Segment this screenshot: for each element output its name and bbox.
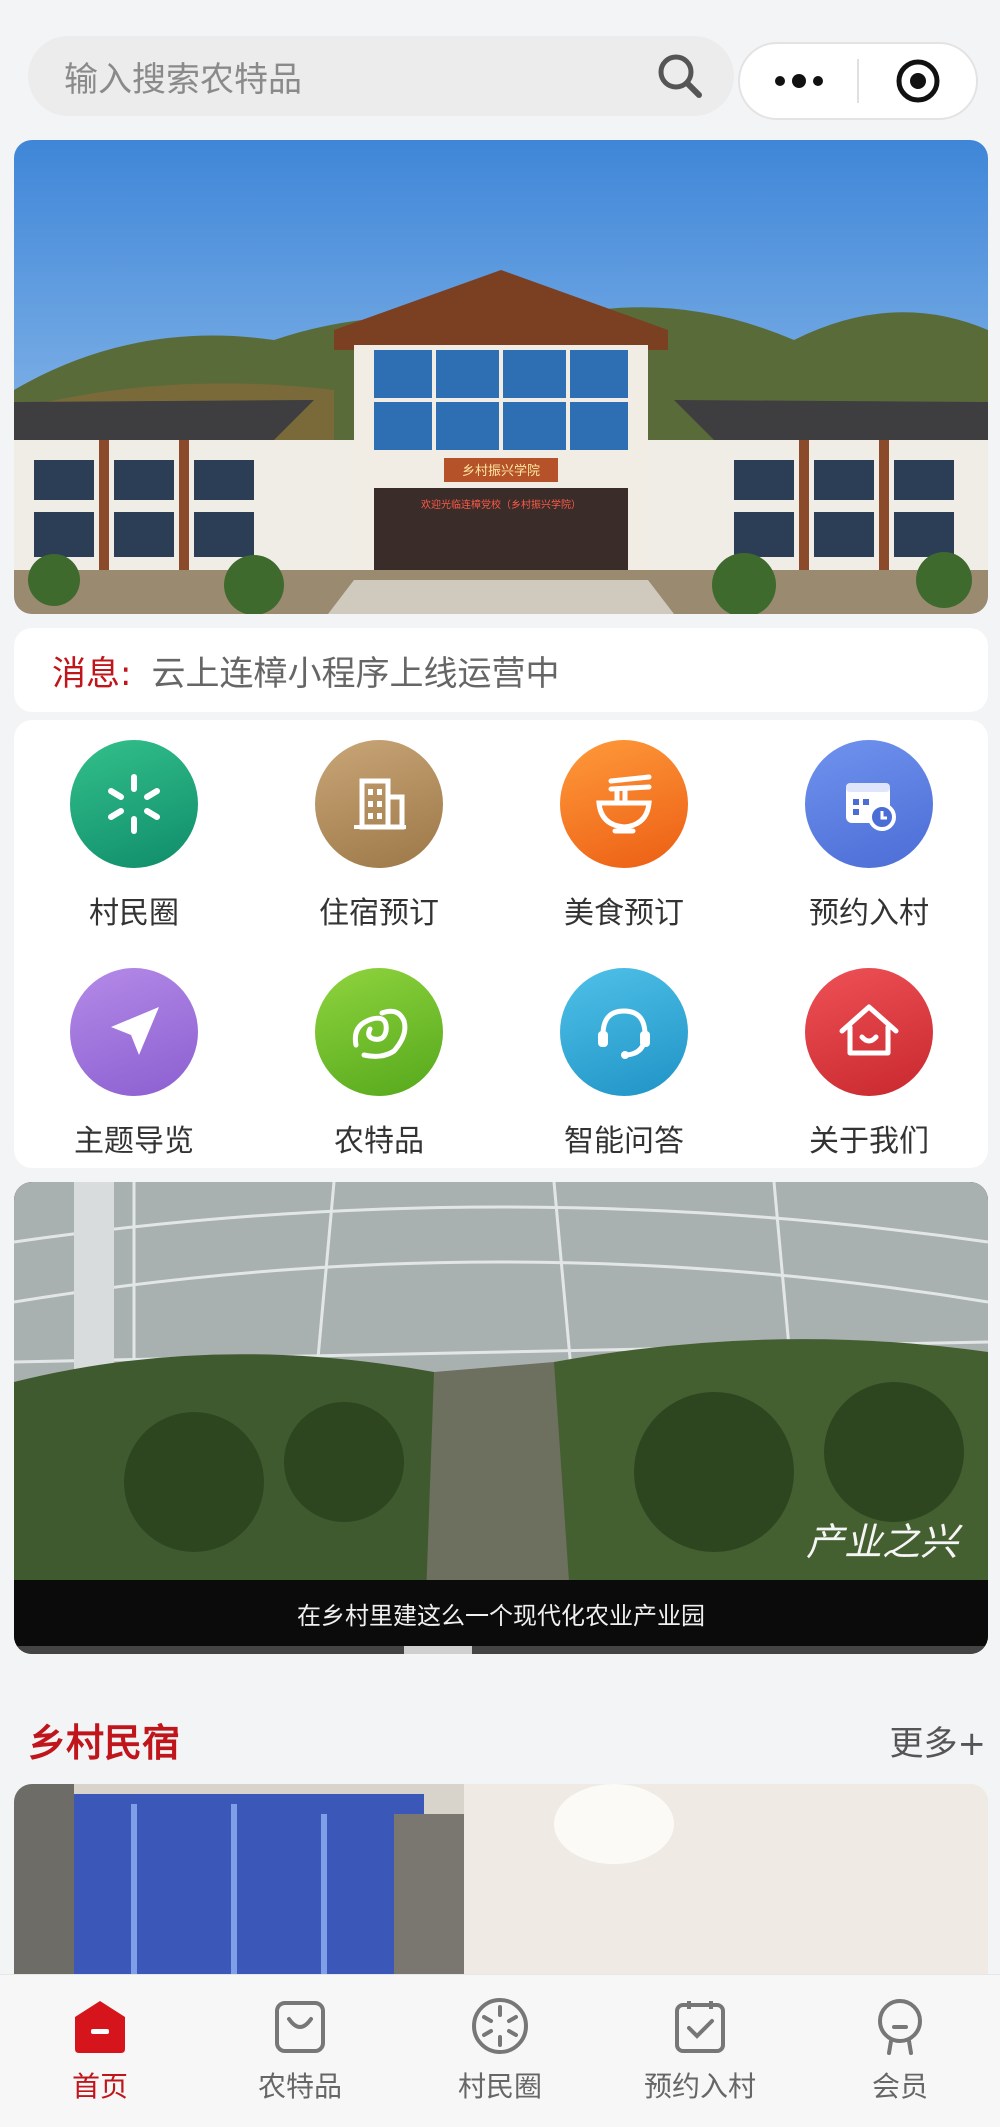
grid-item-villager-circle[interactable]: 村民圈	[34, 740, 234, 932]
tab-label: 会员	[871, 2070, 928, 2103]
grid-item-label: 主题导览	[74, 1124, 194, 1159]
tab-home[interactable]: 首页	[0, 1975, 200, 2127]
grid-item-label: 预约入村	[809, 896, 929, 931]
tab-label: 预约入村	[643, 2070, 756, 2103]
bottom-tab-bar: 首页 农特品 村民圈 预约入村 会员	[0, 1974, 1000, 2127]
tab-villager-circle[interactable]: 村民圈	[400, 1975, 600, 2127]
video-caption: 在乡村里建这么一个现代化农业产业园	[297, 1601, 705, 1630]
tab-label: 首页	[71, 2070, 128, 2103]
banner-sign-text: 乡村振兴学院	[462, 463, 540, 479]
feature-grid: 村民圈 住宿预订 美食预订 预约入村 主题导览 农特品 智能问答 关于我们	[14, 720, 988, 1168]
video-watermark: 产业之兴	[805, 1520, 958, 1564]
building-icon	[315, 740, 443, 868]
search-box[interactable]: 输入搜索农特品	[28, 36, 734, 116]
banner-image: 乡村振兴学院 欢迎光临连樟党校（乡村振兴学院）	[14, 140, 988, 614]
tab-reserve-visit[interactable]: 预约入村	[600, 1975, 800, 2127]
close-button[interactable]	[859, 44, 976, 118]
video-player[interactable]: 产业之兴 在乡村里建这么一个现代化农业产业园	[14, 1182, 988, 1654]
more-link[interactable]: 更多+	[890, 1716, 987, 1765]
section-title-homestay: 乡村民宿	[28, 1721, 181, 1765]
video-progress-bar[interactable]	[14, 1646, 988, 1654]
room-photo	[14, 1784, 988, 2004]
notice-bar[interactable]: 消息: 云上连樟小程序上线运营中	[14, 628, 988, 712]
video-progress-fill	[403, 1646, 472, 1654]
grid-item-smart-qa[interactable]: 智能问答	[524, 968, 724, 1160]
grid-item-about-us[interactable]: 关于我们	[769, 968, 969, 1160]
grid-item-reserve-visit[interactable]: 预约入村	[769, 740, 969, 932]
grid-item-food[interactable]: 美食预订	[524, 740, 724, 932]
banner-carousel[interactable]: 乡村振兴学院 欢迎光临连樟党校（乡村振兴学院）	[14, 140, 988, 614]
homestay-card-image[interactable]	[14, 1784, 988, 2004]
tab-member[interactable]: 会员	[800, 1975, 1000, 2127]
grid-item-label: 智能问答	[564, 1124, 684, 1159]
grid-item-label: 农特品	[334, 1124, 424, 1159]
home-icon	[75, 2001, 125, 2053]
navigation-arrow-icon	[70, 968, 198, 1096]
shopping-bag-icon	[275, 2001, 325, 2053]
search-icon[interactable]	[650, 46, 710, 106]
grid-item-label: 美食预订	[564, 896, 684, 931]
video-caption-bar: 在乡村里建这么一个现代化农业产业园	[14, 1580, 988, 1646]
grid-item-theme-tour[interactable]: 主题导览	[34, 968, 234, 1160]
notice-label: 消息:	[52, 653, 132, 694]
villager-circle-icon	[70, 740, 198, 868]
mini-program-capsule	[738, 42, 978, 120]
tab-label: 农特品	[257, 2070, 342, 2103]
target-circle-icon	[896, 59, 939, 103]
villager-circle-icon	[472, 1998, 528, 2054]
headset-icon	[560, 968, 688, 1096]
member-icon	[878, 1999, 922, 2055]
grid-item-label: 关于我们	[809, 1124, 929, 1159]
more-dots-icon	[774, 74, 823, 88]
search-input[interactable]: 输入搜索农特品	[64, 52, 650, 101]
calendar-clock-icon	[805, 740, 933, 868]
tab-products[interactable]: 农特品	[200, 1975, 400, 2127]
swirl-leaf-icon	[315, 968, 443, 1096]
more-button[interactable]	[740, 44, 857, 118]
notice-text: 云上连樟小程序上线运营中	[151, 653, 560, 694]
noodle-bowl-icon	[560, 740, 688, 868]
calendar-check-icon	[675, 2001, 725, 2053]
grid-item-label: 住宿预订	[319, 896, 439, 931]
tab-label: 村民圈	[457, 2070, 542, 2103]
house-icon	[805, 968, 933, 1096]
banner-led-text: 欢迎光临连樟党校（乡村振兴学院）	[421, 498, 581, 511]
grid-item-label: 村民圈	[89, 896, 179, 931]
grid-item-local-products[interactable]: 农特品	[279, 968, 479, 1160]
grid-item-lodging[interactable]: 住宿预订	[279, 740, 479, 932]
